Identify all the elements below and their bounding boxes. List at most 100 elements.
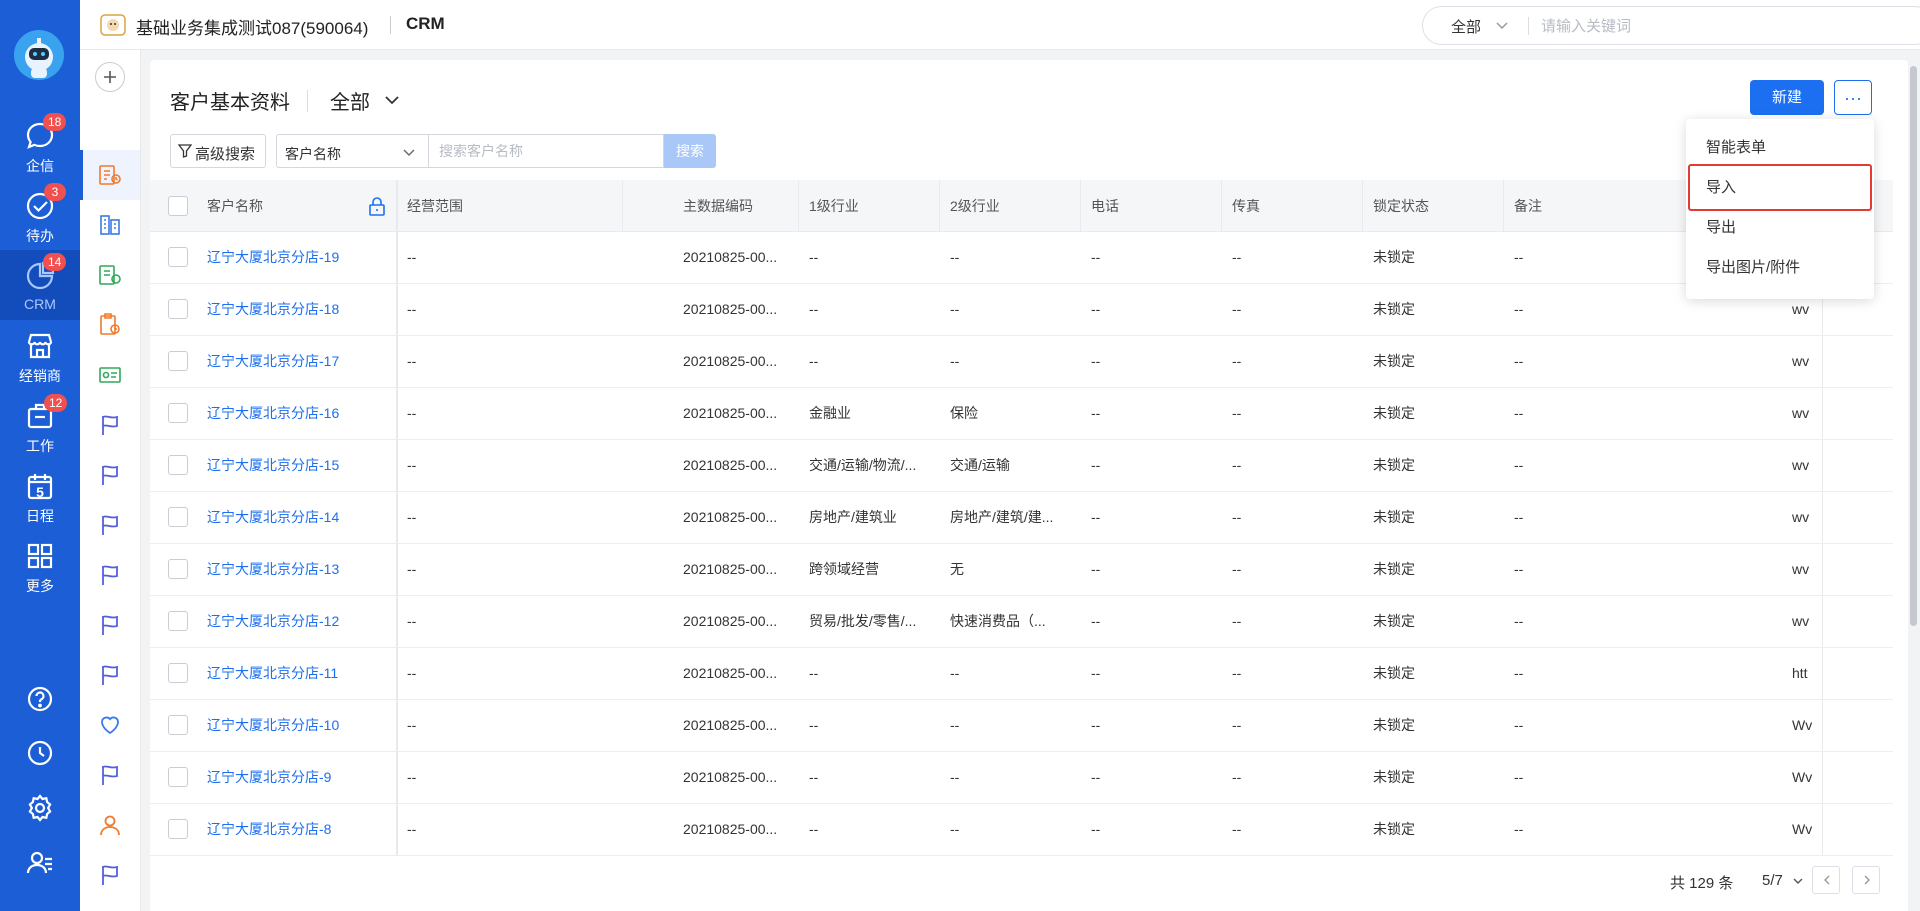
table-row[interactable]: 辽宁大厦北京分店-14 -- 20210825-00... 房地产/建筑业 房地产/建筑… [150, 492, 1893, 544]
column-header[interactable]: 备注 [1504, 180, 1704, 232]
table-row[interactable]: 辽宁大厦北京分店-8 -- 20210825-00... -- -- -- -- 未锁定 -- W… [150, 804, 1893, 856]
column-header[interactable]: 主数据编码 [673, 180, 799, 232]
cell-lock-status: 未锁定 [1373, 405, 1415, 421]
advanced-search-button[interactable]: 高级搜索 [170, 134, 266, 168]
flag-icon[interactable] [97, 862, 123, 888]
table-row[interactable]: 辽宁大厦北京分店-16 -- 20210825-00... 金融业 保险 -- -- 未锁定 -… [150, 388, 1893, 440]
page-select[interactable]: 5/7 [1762, 872, 1803, 889]
org-name[interactable]: 基础业务集成测试087(590064) [136, 14, 368, 39]
settings-icon[interactable] [24, 792, 56, 824]
row-checkbox[interactable] [168, 455, 188, 475]
chevron-down-icon[interactable] [382, 90, 402, 110]
menu-item-smart-form[interactable]: 智能表单 [1686, 128, 1874, 168]
row-checkbox[interactable] [168, 299, 188, 319]
table-row[interactable]: 辽宁大厦北京分店-15 -- 20210825-00... 交通/运输/物流/... 交… [150, 440, 1893, 492]
customer-name-link[interactable]: 辽宁大厦北京分店-10 [197, 700, 397, 751]
clipboard-clock-icon[interactable] [97, 312, 123, 338]
customer-name-link[interactable]: 辽宁大厦北京分店-13 [197, 544, 397, 595]
new-button[interactable]: 新建 [1750, 80, 1824, 115]
global-search-input[interactable] [1541, 13, 1901, 39]
rail-item-more[interactable]: 更多 [0, 530, 80, 600]
help-icon[interactable] [24, 683, 56, 715]
prev-page-button[interactable] [1812, 866, 1840, 894]
column-header[interactable]: 1级行业 [799, 180, 940, 232]
vertical-scrollbar[interactable] [1908, 60, 1920, 911]
add-module-button[interactable] [95, 62, 125, 92]
table-row[interactable]: 辽宁大厦北京分店-19 -- 20210825-00... -- -- -- -- 未锁定 -- [150, 232, 1893, 284]
column-header[interactable]: 经营范围 [397, 180, 623, 232]
table-row[interactable]: 辽宁大厦北京分店-9 -- 20210825-00... -- -- -- -- 未锁定 -- W… [150, 752, 1893, 804]
next-page-button[interactable] [1852, 866, 1880, 894]
customer-name-link[interactable]: 辽宁大厦北京分店-15 [197, 440, 397, 491]
table-row[interactable]: 辽宁大厦北京分店-10 -- 20210825-00... -- -- -- -- 未锁定 --… [150, 700, 1893, 752]
customer-name-link[interactable]: 辽宁大厦北京分店-17 [197, 336, 397, 387]
flag-icon[interactable] [97, 662, 123, 688]
customer-name-link[interactable]: 辽宁大厦北京分店-19 [197, 232, 397, 283]
rail-item-label: 待办 [26, 228, 54, 244]
menu-item-import[interactable]: 导入 [1688, 164, 1872, 211]
column-header[interactable]: 电话 [1081, 180, 1222, 232]
table-row[interactable]: 辽宁大厦北京分店-18 -- 20210825-00... -- -- -- -- 未锁定 --… [150, 284, 1893, 336]
user-manage-icon[interactable] [24, 847, 56, 879]
building-list-icon[interactable] [97, 212, 123, 238]
row-checkbox[interactable] [168, 559, 188, 579]
id-card-icon[interactable] [97, 362, 123, 388]
view-select[interactable]: 全部 [330, 86, 370, 115]
customer-name-link[interactable]: 辽宁大厦北京分店-8 [197, 804, 397, 855]
customer-name-link[interactable]: 辽宁大厦北京分店-11 [197, 648, 397, 699]
table-row[interactable]: 辽宁大厦北京分店-12 -- 20210825-00... 贸易/批发/零售/... 快… [150, 596, 1893, 648]
column-header[interactable]: 锁定状态 [1363, 180, 1504, 232]
select-all-checkbox[interactable] [168, 196, 188, 216]
row-checkbox[interactable] [168, 767, 188, 787]
row-checkbox[interactable] [168, 819, 188, 839]
column-header[interactable]: 2级行业 [940, 180, 1081, 232]
person-icon[interactable] [97, 812, 123, 838]
flag-icon[interactable] [97, 512, 123, 538]
customer-name-link[interactable]: 辽宁大厦北京分店-9 [197, 752, 397, 803]
customer-name-link[interactable]: 辽宁大厦北京分店-18 [197, 284, 397, 335]
scrollbar-thumb[interactable] [1910, 66, 1917, 626]
menu-item-export[interactable]: 导出 [1686, 208, 1874, 248]
column-header[interactable]: 客户名称 [197, 180, 397, 232]
lock-icon[interactable] [368, 196, 386, 216]
row-checkbox[interactable] [168, 507, 188, 527]
search-button[interactable]: 搜索 [664, 134, 716, 168]
rail-item-calendar[interactable]: 5 日程 [0, 460, 80, 530]
flag-icon[interactable] [97, 412, 123, 438]
customer-profile-icon[interactable] [97, 162, 123, 188]
row-checkbox[interactable] [168, 247, 188, 267]
table-row[interactable]: 辽宁大厦北京分店-17 -- 20210825-00... -- -- -- -- 未锁定 --… [150, 336, 1893, 388]
rail-item-todo[interactable]: 3 待办 [0, 180, 80, 250]
rail-item-crm[interactable]: 14 CRM [0, 250, 80, 320]
customer-name-link[interactable]: 辽宁大厦北京分店-16 [197, 388, 397, 439]
clock-icon[interactable] [24, 737, 56, 769]
contract-green-icon[interactable] [97, 262, 123, 288]
cell-note: -- [1514, 353, 1524, 369]
row-checkbox[interactable] [168, 351, 188, 371]
customer-name-link[interactable]: 辽宁大厦北京分店-14 [197, 492, 397, 543]
row-checkbox[interactable] [168, 403, 188, 423]
column-header[interactable]: 传真 [1222, 180, 1363, 232]
more-actions-button[interactable]: ··· [1834, 80, 1872, 115]
row-checkbox[interactable] [168, 715, 188, 735]
table-row[interactable]: 辽宁大厦北京分店-11 -- 20210825-00... -- -- -- -- 未锁定 --… [150, 648, 1893, 700]
search-field-select[interactable]: 客户名称 [276, 134, 428, 168]
rail-item-work[interactable]: 12 工作 [0, 390, 80, 460]
table-row[interactable]: 辽宁大厦北京分店-13 -- 20210825-00... 跨领域经营 无 -- -- 未锁定… [150, 544, 1893, 596]
rail-item-dealer[interactable]: 经销商 [0, 320, 80, 390]
user-avatar[interactable] [14, 30, 64, 80]
flag-icon[interactable] [97, 462, 123, 488]
row-checkbox[interactable] [168, 663, 188, 683]
crm-badge: 14 [43, 253, 67, 271]
cell-industry-2: -- [950, 301, 960, 317]
customer-search-input[interactable] [428, 134, 664, 168]
flag-icon[interactable] [97, 762, 123, 788]
row-checkbox[interactable] [168, 611, 188, 631]
customer-name-link[interactable]: 辽宁大厦北京分店-12 [197, 596, 397, 647]
flag-icon[interactable] [97, 612, 123, 638]
rail-item-messages[interactable]: 18 企信 [0, 110, 80, 180]
search-scope-select[interactable]: 全部 [1451, 16, 1481, 37]
menu-item-export-attachments[interactable]: 导出图片/附件 [1686, 248, 1874, 288]
heart-icon[interactable] [97, 712, 123, 738]
flag-icon[interactable] [97, 562, 123, 588]
